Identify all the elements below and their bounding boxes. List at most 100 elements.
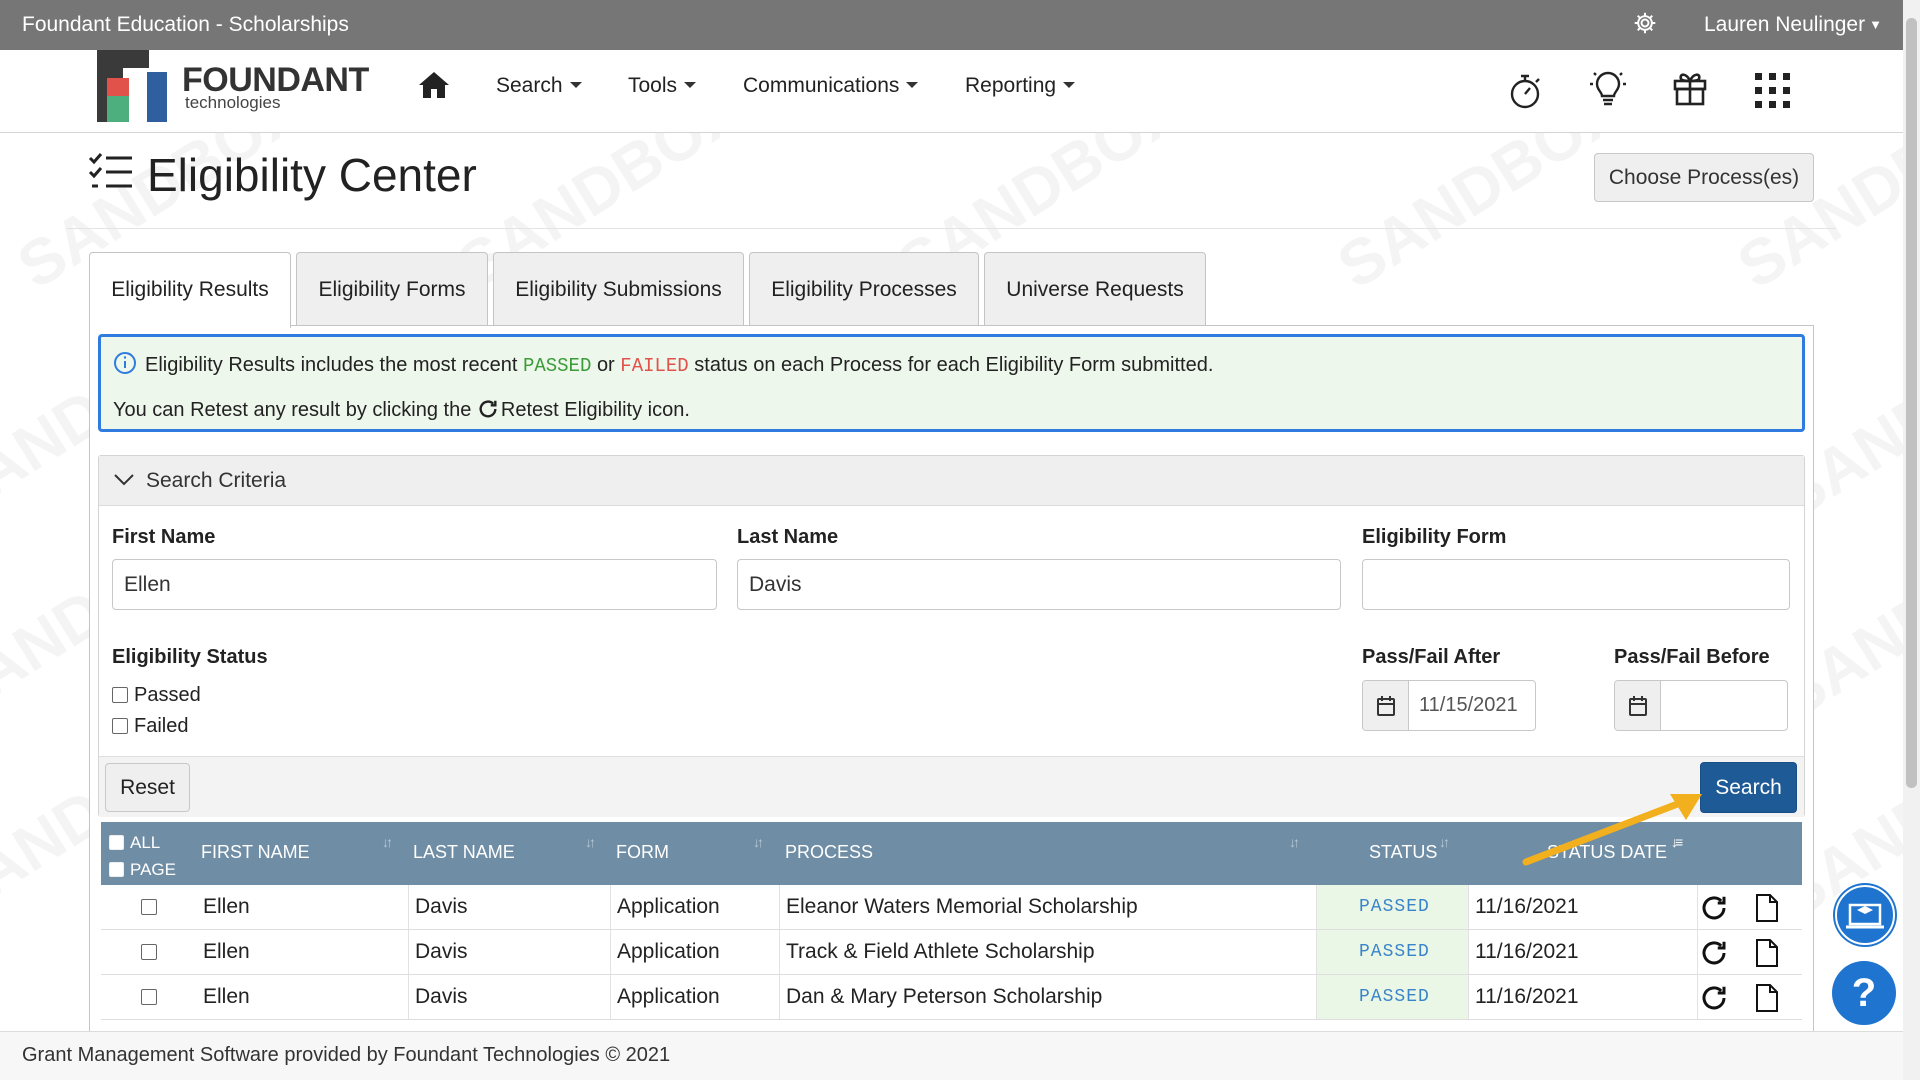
nav-reporting[interactable]: Reporting bbox=[965, 74, 1076, 98]
retest-icon[interactable] bbox=[1699, 893, 1729, 923]
cell-status-date: 11/16/2021 bbox=[1469, 975, 1698, 1019]
chevron-down-icon bbox=[113, 473, 135, 487]
graduation-laptop-icon bbox=[1835, 885, 1895, 945]
calendar-icon[interactable] bbox=[1363, 681, 1409, 730]
footer-text: Grant Management Software provided by Fo… bbox=[22, 1044, 671, 1066]
failed-checkbox-row[interactable]: Failed bbox=[112, 715, 188, 738]
column-status-date[interactable]: STATUS DATE bbox=[1547, 842, 1667, 863]
page-title: Eligibility Center bbox=[147, 149, 477, 201]
eligibility-form-label: Eligibility Form bbox=[1362, 526, 1507, 548]
help-button[interactable]: ? bbox=[1832, 961, 1896, 1025]
apps-grid-icon[interactable] bbox=[1754, 72, 1792, 110]
column-form[interactable]: FORM bbox=[616, 842, 669, 863]
caret-down-icon bbox=[569, 82, 582, 88]
caret-down-icon: ▼ bbox=[1869, 17, 1882, 32]
document-icon[interactable] bbox=[1755, 983, 1779, 1013]
column-status[interactable]: STATUS bbox=[1369, 842, 1437, 863]
first-name-input[interactable]: Ellen bbox=[112, 559, 717, 610]
passed-checkbox[interactable] bbox=[112, 687, 128, 703]
row-checkbox[interactable] bbox=[141, 944, 157, 960]
tab-universe-requests[interactable]: Universe Requests bbox=[984, 252, 1206, 326]
search-criteria-actions: Reset Search bbox=[99, 756, 1804, 817]
status-badge: PASSED bbox=[1317, 885, 1469, 929]
tab-eligibility-results[interactable]: Eligibility Results bbox=[89, 252, 291, 328]
pass-fail-before-label: Pass/Fail Before bbox=[1614, 646, 1770, 668]
page-footer: Grant Management Software provided by Fo… bbox=[0, 1031, 1903, 1080]
nav-communications-label: Communications bbox=[743, 74, 900, 97]
retest-icon[interactable] bbox=[1699, 938, 1729, 968]
sort-desc-icon[interactable]: ↓≡ bbox=[1671, 834, 1683, 850]
retest-icon bbox=[477, 398, 499, 420]
home-icon[interactable] bbox=[417, 70, 451, 100]
retest-icon[interactable] bbox=[1699, 983, 1729, 1013]
pass-fail-after-input[interactable]: 11/15/2021 bbox=[1362, 680, 1536, 731]
nav-tools-label: Tools bbox=[628, 74, 678, 97]
passed-code: PASSED bbox=[522, 355, 592, 377]
column-first-name[interactable]: FIRST NAME bbox=[201, 842, 310, 863]
sort-icon[interactable]: ↓↑ bbox=[1289, 834, 1300, 850]
select-page-checkbox[interactable] bbox=[109, 862, 124, 877]
row-checkbox[interactable] bbox=[141, 899, 157, 915]
tab-eligibility-submissions[interactable]: Eligibility Submissions bbox=[493, 252, 744, 326]
column-process[interactable]: PROCESS bbox=[785, 842, 873, 863]
cell-form: Application bbox=[611, 975, 780, 1019]
document-icon[interactable] bbox=[1755, 938, 1779, 968]
nav-tools[interactable]: Tools bbox=[628, 74, 697, 98]
eligibility-status-label: Eligibility Status bbox=[112, 646, 268, 668]
select-all-checkbox[interactable] bbox=[109, 835, 124, 850]
cell-last-name: Davis bbox=[409, 885, 611, 929]
app-title: Foundant Education - Scholarships bbox=[22, 13, 349, 36]
passed-checkbox-row[interactable]: Passed bbox=[112, 684, 201, 707]
failed-checkbox-label: Failed bbox=[134, 715, 189, 737]
stopwatch-icon[interactable] bbox=[1508, 72, 1542, 110]
search-button[interactable]: Search bbox=[1700, 762, 1797, 813]
table-row: Ellen Davis Application Eleanor Waters M… bbox=[101, 885, 1802, 930]
caret-down-icon bbox=[684, 82, 697, 88]
tab-eligibility-forms[interactable]: Eligibility Forms bbox=[296, 252, 488, 326]
gift-icon[interactable] bbox=[1672, 70, 1708, 106]
caret-down-icon bbox=[1063, 82, 1076, 88]
nav-communications[interactable]: Communications bbox=[743, 74, 919, 98]
info-icon bbox=[113, 351, 137, 375]
cell-first-name: Ellen bbox=[197, 930, 409, 974]
info-text: Retest Eligibility icon. bbox=[500, 399, 690, 421]
info-line-1: Eligibility Results includes the most re… bbox=[113, 351, 1213, 377]
training-button[interactable] bbox=[1833, 883, 1897, 947]
document-icon[interactable] bbox=[1755, 893, 1779, 923]
sort-icon[interactable]: ↓↑ bbox=[1439, 834, 1450, 850]
calendar-icon[interactable] bbox=[1615, 681, 1661, 730]
table-row: Ellen Davis Application Track & Field At… bbox=[101, 930, 1802, 975]
select-all-row[interactable]: ALL bbox=[109, 829, 176, 856]
pass-fail-before-input[interactable] bbox=[1614, 680, 1788, 731]
info-text: status on each Process for each Eligibil… bbox=[694, 354, 1214, 376]
sort-icon[interactable]: ↓↑ bbox=[585, 834, 596, 850]
choose-processes-button[interactable]: Choose Process(es) bbox=[1594, 153, 1814, 202]
scrollbar-thumb[interactable] bbox=[1906, 18, 1917, 788]
cell-form: Application bbox=[611, 930, 780, 974]
sort-icon[interactable]: ↓↑ bbox=[382, 834, 393, 850]
logo-subtitle: technologies bbox=[185, 93, 281, 112]
row-checkbox[interactable] bbox=[141, 989, 157, 1005]
gear-icon[interactable] bbox=[1632, 10, 1658, 36]
column-last-name[interactable]: LAST NAME bbox=[413, 842, 515, 863]
nav-search[interactable]: Search bbox=[496, 74, 582, 98]
checklist-icon bbox=[88, 150, 134, 192]
foundant-logo[interactable]: FOUNDANT technologies bbox=[97, 50, 377, 126]
lightbulb-icon[interactable] bbox=[1588, 70, 1628, 108]
search-criteria-toggle[interactable]: Search Criteria bbox=[99, 456, 1804, 506]
sort-icon[interactable]: ↓↑ bbox=[753, 834, 764, 850]
info-alert: Eligibility Results includes the most re… bbox=[98, 334, 1805, 432]
first-name-label: First Name bbox=[112, 526, 216, 548]
cell-status-date: 11/16/2021 bbox=[1469, 885, 1698, 929]
tab-eligibility-processes[interactable]: Eligibility Processes bbox=[749, 252, 979, 326]
failed-checkbox[interactable] bbox=[112, 718, 128, 734]
select-page-row[interactable]: PAGE bbox=[109, 856, 176, 883]
info-line-2: You can Retest any result by clicking th… bbox=[113, 398, 690, 422]
info-text: Eligibility Results includes the most re… bbox=[145, 354, 518, 376]
last-name-input[interactable]: Davis bbox=[737, 559, 1341, 610]
main-nav-bar: FOUNDANT technologies Search Tools Commu… bbox=[0, 50, 1903, 133]
user-menu[interactable]: Lauren Neulinger ▼ bbox=[1704, 13, 1882, 37]
app-top-bar: Foundant Education - Scholarships Lauren… bbox=[0, 0, 1903, 50]
reset-button[interactable]: Reset bbox=[105, 763, 190, 812]
eligibility-form-input[interactable] bbox=[1362, 559, 1790, 610]
